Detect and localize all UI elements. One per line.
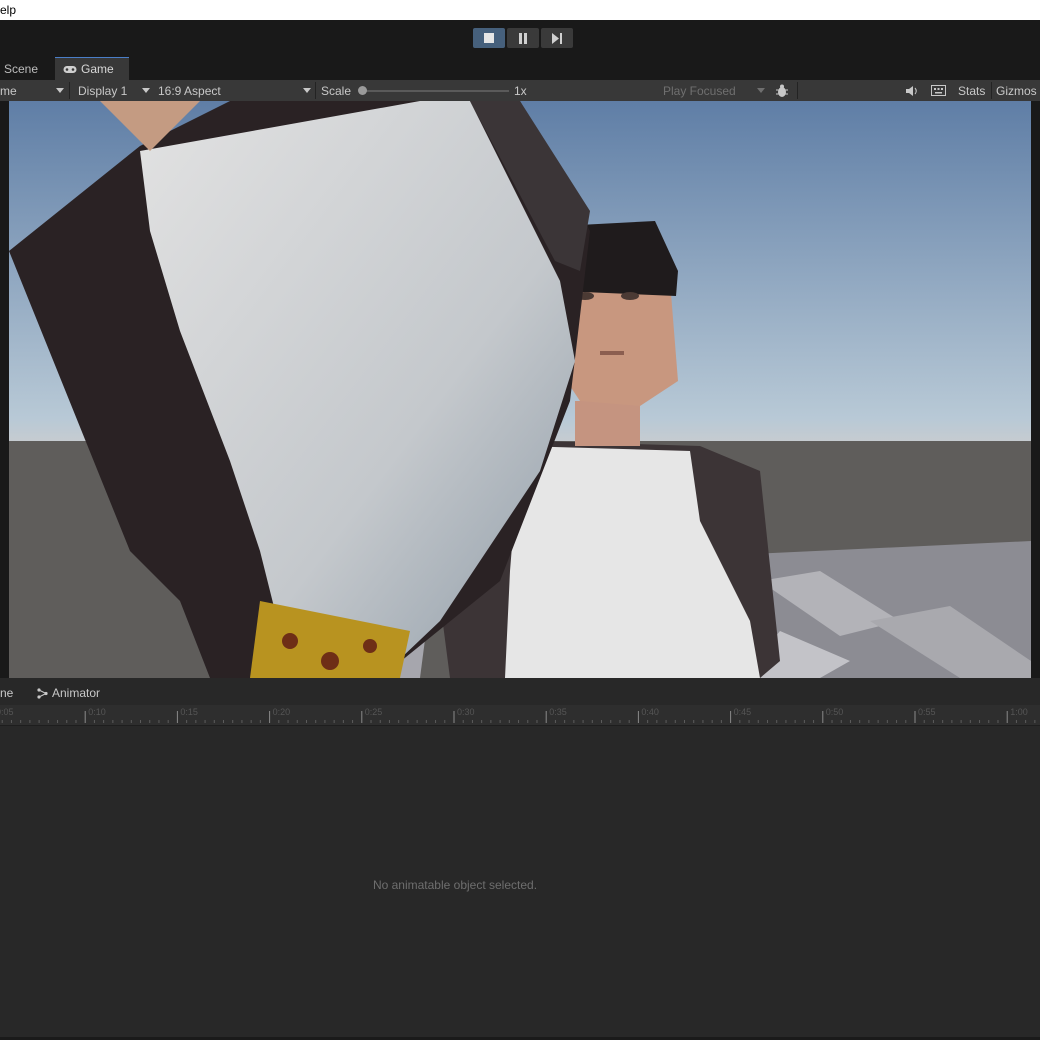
tab-scene[interactable]: Scene — [4, 57, 38, 80]
game-viewport[interactable] — [0, 101, 1040, 678]
display-dropdown[interactable]: Display 1 — [78, 80, 152, 101]
tab-game-label: Game — [81, 62, 114, 76]
mute-audio-button[interactable] — [905, 80, 919, 101]
game-dropdown-label: me — [0, 83, 17, 98]
ruler-tick-label: 0:20 — [272, 707, 291, 717]
step-icon — [552, 32, 562, 44]
ruler-tick-label: 0:30 — [457, 707, 475, 717]
stop-icon — [484, 33, 494, 43]
divider — [315, 82, 316, 99]
scale-slider-handle[interactable] — [358, 86, 367, 95]
view-tabbar: Scene Game — [0, 57, 1040, 80]
ruler-ticks — [1, 711, 1036, 723]
ruler-tick-label: 0:50 — [825, 707, 844, 717]
animation-panel: No animatable object selected. — [0, 726, 1040, 1040]
scale-value: 1x — [514, 83, 527, 98]
gamepad-icon — [63, 65, 77, 73]
game-render — [0, 101, 1040, 678]
ruler-tick-label: 0:35 — [549, 707, 567, 717]
play-controls — [473, 28, 573, 48]
chevron-down-icon — [303, 88, 311, 93]
character-neck — [575, 401, 640, 446]
bug-icon — [776, 84, 788, 97]
ruler-tick-label: 1:00 — [1010, 707, 1028, 717]
aspect-label: 16:9 Aspect — [158, 83, 221, 98]
tab-game[interactable]: Game — [55, 57, 129, 80]
stats-button[interactable]: Stats — [958, 80, 985, 101]
ruler-tick-label: 0:45 — [733, 707, 752, 717]
pause-button[interactable] — [507, 28, 539, 48]
keyboard-icon — [931, 85, 946, 96]
stop-button[interactable] — [473, 28, 505, 48]
step-button[interactable] — [541, 28, 573, 48]
keyboard-button[interactable] — [931, 80, 946, 101]
tab-animator[interactable]: Animator — [37, 682, 100, 704]
ruler-tick-label: 0:25 — [364, 707, 383, 717]
divider — [991, 82, 992, 99]
scale-slider-track[interactable] — [363, 90, 509, 92]
menu-help[interactable]: elp — [0, 3, 16, 17]
speaker-icon — [906, 85, 917, 96]
timeline-ruler[interactable]: 0:05 0:10 0:15 0:20 0:25 0:30 0:35 0:40 0:45 0:50… — [0, 705, 1040, 726]
scale-label: Scale — [321, 83, 352, 98]
tab-animator-label: Animator — [52, 686, 101, 700]
divider — [797, 82, 798, 99]
tab-timeline[interactable]: ne — [0, 682, 13, 704]
gizmos-button[interactable]: Gizmos — [996, 80, 1037, 101]
pause-icon — [519, 32, 527, 44]
display-label: Display 1 — [78, 83, 128, 98]
chevron-down-icon — [142, 88, 150, 93]
ruler-tick-label: 0:10 — [88, 707, 106, 717]
animation-tabbar: ne Animator — [0, 682, 1040, 704]
play-focused-label: Play Focused — [663, 83, 736, 98]
ruler-tick-label: 0:55 — [918, 707, 936, 717]
bug-button[interactable] — [775, 80, 789, 101]
play-focused-dropdown[interactable]: Play Focused — [663, 80, 767, 101]
chevron-down-icon — [757, 88, 765, 93]
ruler-tick-label: 0:15 — [180, 707, 198, 717]
tab-scene-label: Scene — [4, 61, 39, 76]
divider — [69, 82, 70, 99]
game-dropdown[interactable]: me — [0, 80, 66, 101]
aspect-dropdown[interactable]: 16:9 Aspect — [158, 80, 312, 101]
main-toolbar — [0, 20, 1040, 57]
animator-icon — [37, 687, 48, 699]
menu-bar: elp — [0, 0, 1040, 20]
chevron-down-icon — [56, 88, 64, 93]
ruler-tick-label: 0:05 — [0, 707, 14, 717]
empty-state-message: No animatable object selected. — [372, 878, 538, 892]
ruler-tick-label: 0:40 — [641, 707, 659, 717]
game-view-toolbar: me Display 1 16:9 Aspect Scale 1x Play F… — [0, 80, 1040, 102]
